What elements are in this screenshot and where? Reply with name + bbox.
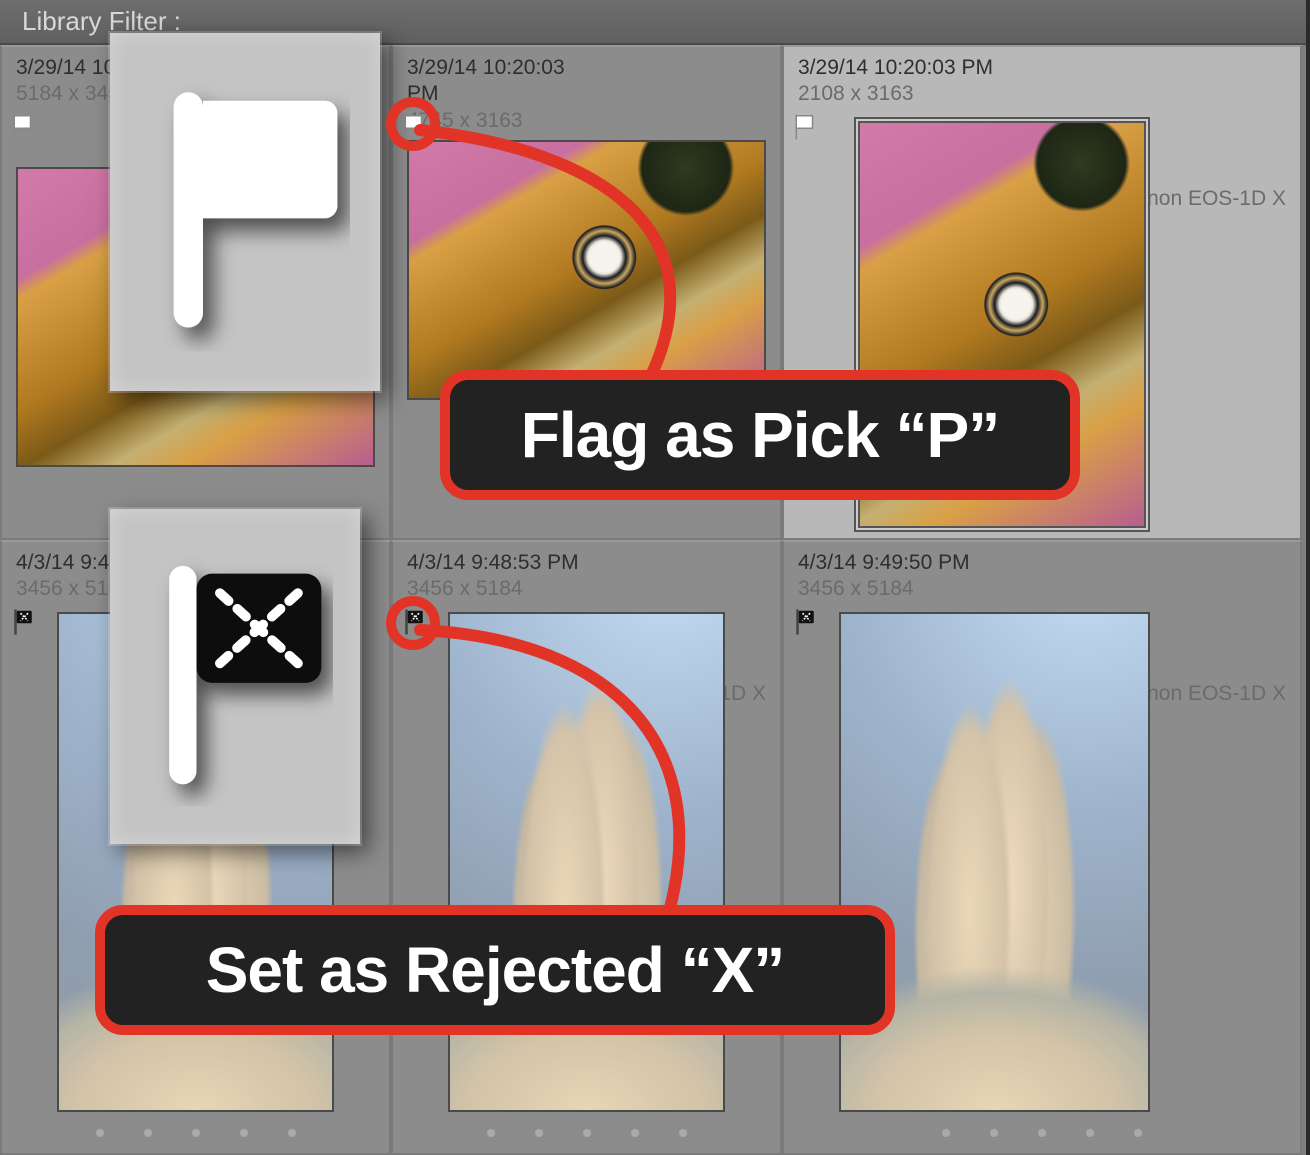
callout-circle (386, 97, 440, 151)
cell-date: 4/3/14 9:48:53 PM (407, 550, 579, 576)
callout-pick-label: Flag as Pick “P” (521, 398, 999, 472)
flag-pick-icon[interactable] (792, 112, 818, 142)
flag-reject-icon[interactable] (10, 607, 36, 637)
callout-reject: Set as Rejected “X” (95, 905, 895, 1035)
grid-cell[interactable]: 4/3/14 9:49:50 PM 3456 x 5184 Canon EOS-… (782, 540, 1302, 1155)
cell-date: 3/29/14 10:20:03 PM (798, 55, 993, 81)
callout-circle (386, 596, 440, 650)
cell-date: 4/3/14 9:49:50 PM (798, 550, 970, 576)
flag-pick-large-icon (110, 33, 380, 391)
flag-reject-large-icon (110, 509, 360, 844)
callout-reject-label: Set as Rejected “X” (206, 933, 785, 1007)
cell-dimensions: 3456 x 5184 (407, 576, 579, 602)
cell-dimensions: 2108 x 3163 (798, 81, 993, 107)
cell-dimensions: 3456 x 5184 (798, 576, 970, 602)
callout-pick: Flag as Pick “P” (440, 370, 1080, 500)
flag-pick-icon[interactable] (10, 112, 36, 142)
thumbnail[interactable] (448, 612, 725, 1112)
thumbnail[interactable] (839, 612, 1150, 1112)
thumbnail[interactable] (407, 140, 766, 400)
grid-cell[interactable]: 4/3/14 9:48:53 PM 3456 x 5184 Canon EOS-… (391, 540, 782, 1155)
cell-date: 3/29/14 10:20:03 PM (407, 55, 600, 108)
flag-reject-icon[interactable] (792, 607, 818, 637)
